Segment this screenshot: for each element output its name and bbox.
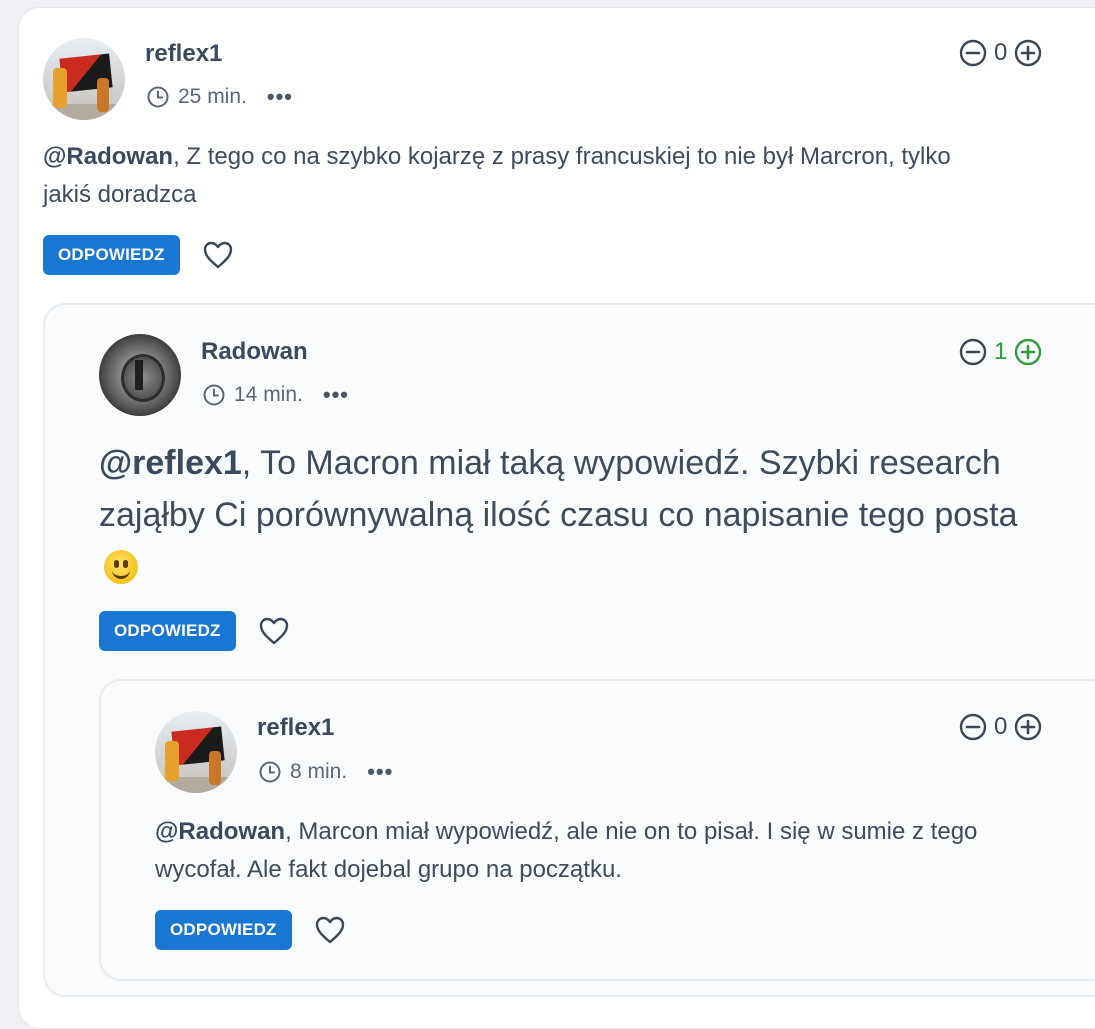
- upvote-icon[interactable]: [1013, 38, 1043, 68]
- author-name[interactable]: reflex1: [257, 714, 334, 742]
- comment-meta: 8 min. •••: [258, 759, 393, 785]
- clock-icon: [259, 761, 281, 783]
- heart-icon[interactable]: [202, 240, 234, 270]
- reply-button[interactable]: ODPOWIEDZ: [155, 910, 292, 950]
- author-name[interactable]: reflex1: [145, 40, 222, 68]
- more-options-icon[interactable]: •••: [323, 382, 349, 408]
- comment-text-line2: wycofał. Ale fakt dojebal grupo na począ…: [155, 856, 622, 883]
- comment-meta: 25 min. •••: [146, 84, 293, 110]
- comment-text-line1: , To Macron miał taką wypowiedź. Szybki …: [241, 444, 1001, 482]
- comment-text-line2: zająłby Ci porównywalną ilość czasu co n…: [99, 496, 1018, 534]
- heart-icon[interactable]: [258, 616, 290, 646]
- mention-link[interactable]: @reflex1: [99, 444, 242, 482]
- heart-icon[interactable]: [314, 915, 346, 945]
- comment-body: @Radowan, Z tego co na szybko kojarzę z …: [43, 138, 1083, 214]
- mention-link[interactable]: @Radowan: [155, 818, 285, 845]
- comment-text-line2: jakiś doradzca: [43, 181, 197, 208]
- vote-widget: 0: [958, 712, 1043, 742]
- timestamp: 25 min.: [178, 85, 247, 108]
- vote-score: 0: [994, 713, 1008, 740]
- vote-widget: 0: [958, 38, 1043, 68]
- clock-icon: [147, 86, 169, 108]
- reply-button[interactable]: ODPOWIEDZ: [43, 235, 180, 275]
- more-options-icon[interactable]: •••: [267, 84, 293, 110]
- comment-body: @Radowan, Marcon miał wypowiedź, ale nie…: [155, 813, 1085, 889]
- clock-icon: [203, 384, 225, 406]
- reply-button[interactable]: ODPOWIEDZ: [99, 611, 236, 651]
- avatar[interactable]: [99, 334, 181, 416]
- mention-link[interactable]: @Radowan: [43, 143, 173, 170]
- downvote-icon[interactable]: [958, 38, 988, 68]
- timestamp: 8 min.: [290, 760, 348, 783]
- downvote-icon[interactable]: [958, 337, 988, 367]
- upvote-icon[interactable]: [1013, 712, 1043, 742]
- downvote-icon[interactable]: [958, 712, 988, 742]
- vote-widget: 1: [958, 337, 1043, 367]
- timestamp: 14 min.: [234, 383, 303, 406]
- comment-body: @reflex1, To Macron miał taką wypowiedź.…: [99, 437, 1089, 541]
- avatar[interactable]: [155, 711, 237, 793]
- comment-text-line1: , Z tego co na szybko kojarzę z prasy fr…: [173, 143, 951, 170]
- vote-score: 0: [994, 39, 1008, 66]
- comment-meta: 14 min. •••: [202, 382, 349, 408]
- comment-text-line1: , Marcon miał wypowiedź, ale nie on to p…: [285, 818, 978, 845]
- smiley-emoji-icon: [104, 550, 138, 584]
- upvote-icon[interactable]: [1013, 337, 1043, 367]
- author-name[interactable]: Radowan: [201, 338, 308, 366]
- vote-score: 1: [994, 338, 1008, 365]
- avatar[interactable]: [43, 38, 125, 120]
- more-options-icon[interactable]: •••: [367, 759, 393, 785]
